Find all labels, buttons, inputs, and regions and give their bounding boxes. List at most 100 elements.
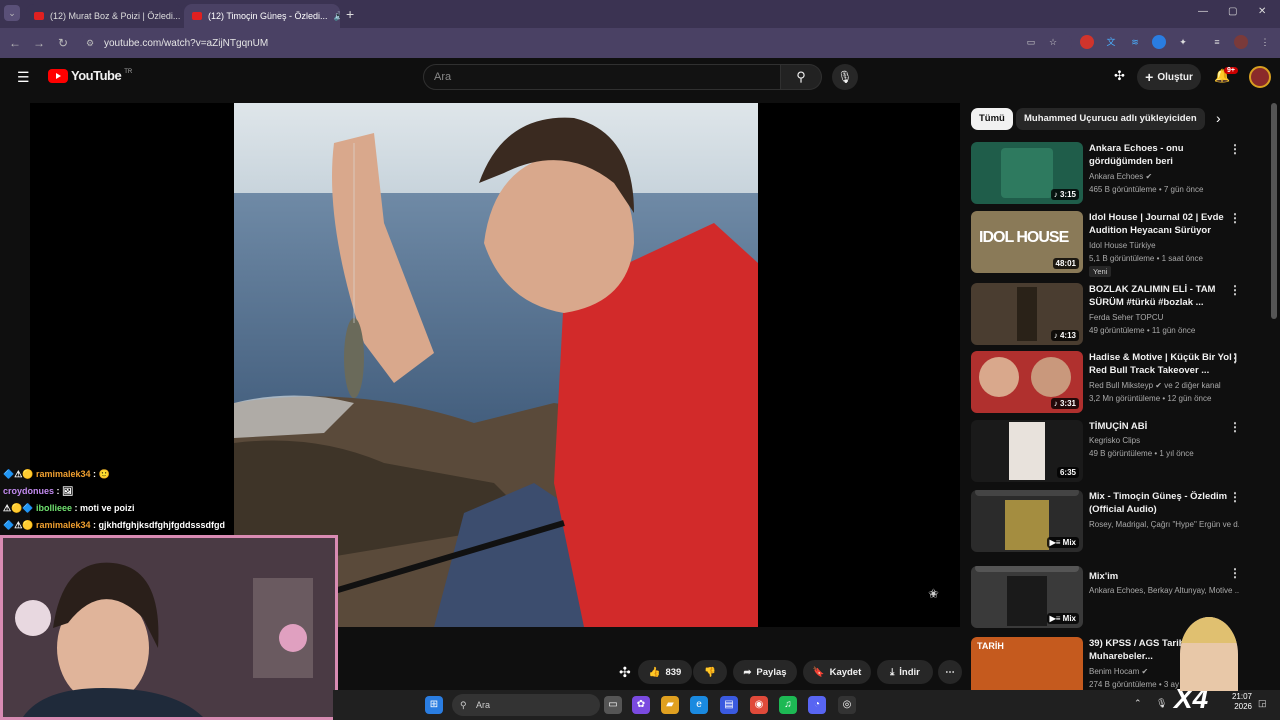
task-view-icon[interactable]: ▭ [604,696,622,714]
extension-wave-icon[interactable]: ≋ [1128,35,1142,49]
save-button[interactable]: 🔖 Kaydet [803,660,871,684]
voice-search-button[interactable]: 🎙 [832,64,858,90]
forward-icon[interactable]: → [30,34,48,52]
channel-name[interactable]: Red Bull Miksteyp ✔ ve 2 diğer kanal [1089,381,1239,390]
search-icon: ⚲ [460,700,467,710]
video-thumbnail[interactable]: ♪ 3:15 [971,142,1083,204]
cast-icon[interactable]: ▭ [1024,35,1038,49]
recommendation-item[interactable]: 6:35 TİMUÇİN ABİ Kegrisko Clips 49 B gör… [971,420,1261,484]
notification-count-badge: 9+ [1224,67,1238,74]
channel-watermark-icon[interactable]: ✬ [928,586,948,606]
video-thumbnail[interactable]: ▶≡ Mix [971,566,1083,628]
page-scrollbar[interactable] [1271,103,1277,319]
more-options-icon[interactable]: ⋮ [1229,351,1241,365]
more-actions-button[interactable]: ⋯ [938,660,962,684]
notification-center-icon[interactable]: ◲ [1258,698,1267,709]
browser-menu-icon[interactable]: ⋮ [1258,35,1272,49]
search-button[interactable]: ⚲ [781,64,822,90]
more-horizontal-icon: ⋯ [945,666,955,678]
store-icon[interactable]: ▤ [720,696,738,714]
share-button[interactable]: ➦ Paylaş [733,660,797,684]
maximize-icon[interactable]: ▢ [1228,6,1237,17]
extension-red-icon[interactable] [1080,35,1094,49]
video-title[interactable]: Mix'im [1089,570,1239,583]
more-options-icon[interactable]: ⋮ [1229,142,1241,156]
tab-list-button[interactable]: ⌄ [4,5,20,21]
url-field[interactable]: ⚙ youtube.com/watch?v=aZijNTgqnUM [80,32,1072,54]
video-thumbnail[interactable]: 6:35 [971,420,1083,482]
minimize-icon[interactable]: — [1198,6,1208,17]
like-button[interactable]: 👍 839 [638,660,692,684]
chevron-right-icon[interactable]: › [1216,110,1221,126]
recommendation-item[interactable]: ♪ 3:15 Ankara Echoes - onu gördüğümden b… [971,142,1261,206]
channel-name[interactable]: Ankara Echoes, Berkay Altunyay, Motive .… [1089,586,1239,595]
reload-icon[interactable]: ↻ [54,34,72,52]
extension-action-icon[interactable]: ✣ [619,664,631,681]
start-menu-icon[interactable]: ⊞ [425,696,443,714]
more-options-icon[interactable]: ⋮ [1229,420,1241,434]
extensions-puzzle-icon[interactable]: ✦ [1176,35,1190,49]
channel-name[interactable]: Rosey, Madrigal, Çağrı "Hype" Ergün ve d… [1089,520,1239,529]
site-info-icon[interactable]: ⚙ [86,38,94,49]
recommendation-item[interactable]: ♪ 4:13 BOZLAK ZALIMIN ELİ - TAM SÜRÜM #t… [971,283,1261,347]
spotify-icon[interactable]: ♫ [779,696,797,714]
video-title[interactable]: Idol House | Journal 02 | Evde Audition … [1089,211,1239,237]
recommendation-item[interactable]: IDOL HOUSE 48:01 Idol House | Journal 02… [971,211,1261,277]
search-input[interactable]: Ara [423,64,781,90]
chat-message: 🔷⚠🟡 ramimalek34 : 🙂 [3,469,110,479]
reading-list-icon[interactable]: ≡ [1210,35,1224,49]
close-window-icon[interactable]: ✕ [1258,6,1266,17]
tab-murat-boz[interactable]: (12) Murat Boz & Poizi | Özledi... ✕ [26,4,182,28]
user-avatar[interactable] [1249,66,1271,88]
back-icon[interactable]: ← [6,34,24,52]
copilot-icon[interactable]: ✿ [632,696,650,714]
chip-uploader[interactable]: Muhammed Uçurucu adlı yükleyiciden [1016,108,1205,130]
dislike-button[interactable]: 👎 [693,660,727,684]
chrome-icon[interactable]: ◉ [750,696,768,714]
speaker-icon[interactable]: 🔊 [334,11,340,22]
discord-icon[interactable]: ◔ [808,696,826,714]
video-title[interactable]: BOZLAK ZALIMIN ELİ - TAM SÜRÜM #türkü #b… [1089,283,1239,309]
microphone-icon: 🎙 [837,70,853,84]
download-button[interactable]: ⤓ İndir [877,660,933,684]
hamburger-menu-icon[interactable]: ☰ [17,69,30,86]
tab-timocin-gunes[interactable]: (12) Timoçin Güneş - Özledi... 🔊 ✕ [184,4,340,28]
taskbar-search-input[interactable]: ⚲ Ara [452,694,600,716]
more-options-icon[interactable]: ⋮ [1229,490,1241,504]
profile-avatar-icon[interactable] [1234,35,1248,49]
extension-blue-icon[interactable] [1152,35,1166,49]
obs-icon[interactable]: ◎ [838,696,856,714]
video-title[interactable]: Ankara Echoes - onu gördüğümden beri [1089,142,1239,168]
verified-icon: ✔ [1141,667,1149,676]
tray-mic-icon[interactable]: 🎙 [1156,698,1167,709]
edge-browser-icon[interactable]: e [690,696,708,714]
more-options-icon[interactable]: ⋮ [1229,283,1241,297]
video-thumbnail[interactable]: ♪ 3:31 [971,351,1083,413]
chat-badges-icon: 🔷⚠🟡 [3,520,36,530]
video-title[interactable]: TİMUÇİN ABİ [1089,420,1239,433]
file-explorer-icon[interactable]: ▰ [661,696,679,714]
tray-chevron-icon[interactable]: ⌃ [1134,698,1142,709]
translate-icon[interactable]: 文 [1104,35,1118,49]
channel-name[interactable]: Kegrisko Clips [1089,436,1239,445]
video-title[interactable]: Hadise & Motive | Küçük Bir Yol | Red Bu… [1089,351,1239,377]
video-thumbnail[interactable]: ♪ 4:13 [971,283,1083,345]
chip-all[interactable]: Tümü [971,108,1013,130]
create-button[interactable]: + Oluştur [1137,64,1201,90]
video-thumbnail[interactable]: ▶≡ Mix [971,490,1083,552]
youtube-logo[interactable]: YouTube TR [48,68,132,83]
channel-name[interactable]: Ferda Seher TOPCU [1089,313,1239,322]
channel-name[interactable]: Ankara Echoes ✔ [1089,172,1239,181]
video-title[interactable]: Mix - Timoçin Güneş - Özledim (Official … [1089,490,1239,516]
recommendation-item[interactable]: ♪ 3:31 Hadise & Motive | Küçük Bir Yol |… [971,351,1261,415]
new-tab-button[interactable]: + [346,6,354,22]
verified-icon: ✔ [1145,172,1153,181]
extension-icon[interactable]: ✣ [1114,68,1125,84]
more-options-icon[interactable]: ⋮ [1229,566,1241,580]
video-thumbnail[interactable]: IDOL HOUSE 48:01 [971,211,1083,273]
bookmark-star-icon[interactable]: ☆ [1046,35,1060,49]
channel-name[interactable]: Idol House Türkiye [1089,241,1239,250]
more-options-icon[interactable]: ⋮ [1229,211,1241,225]
share-icon: ➦ [743,666,752,678]
recommendation-item[interactable]: ▶≡ Mix Mix - Timoçin Güneş - Özledim (Of… [971,490,1261,554]
